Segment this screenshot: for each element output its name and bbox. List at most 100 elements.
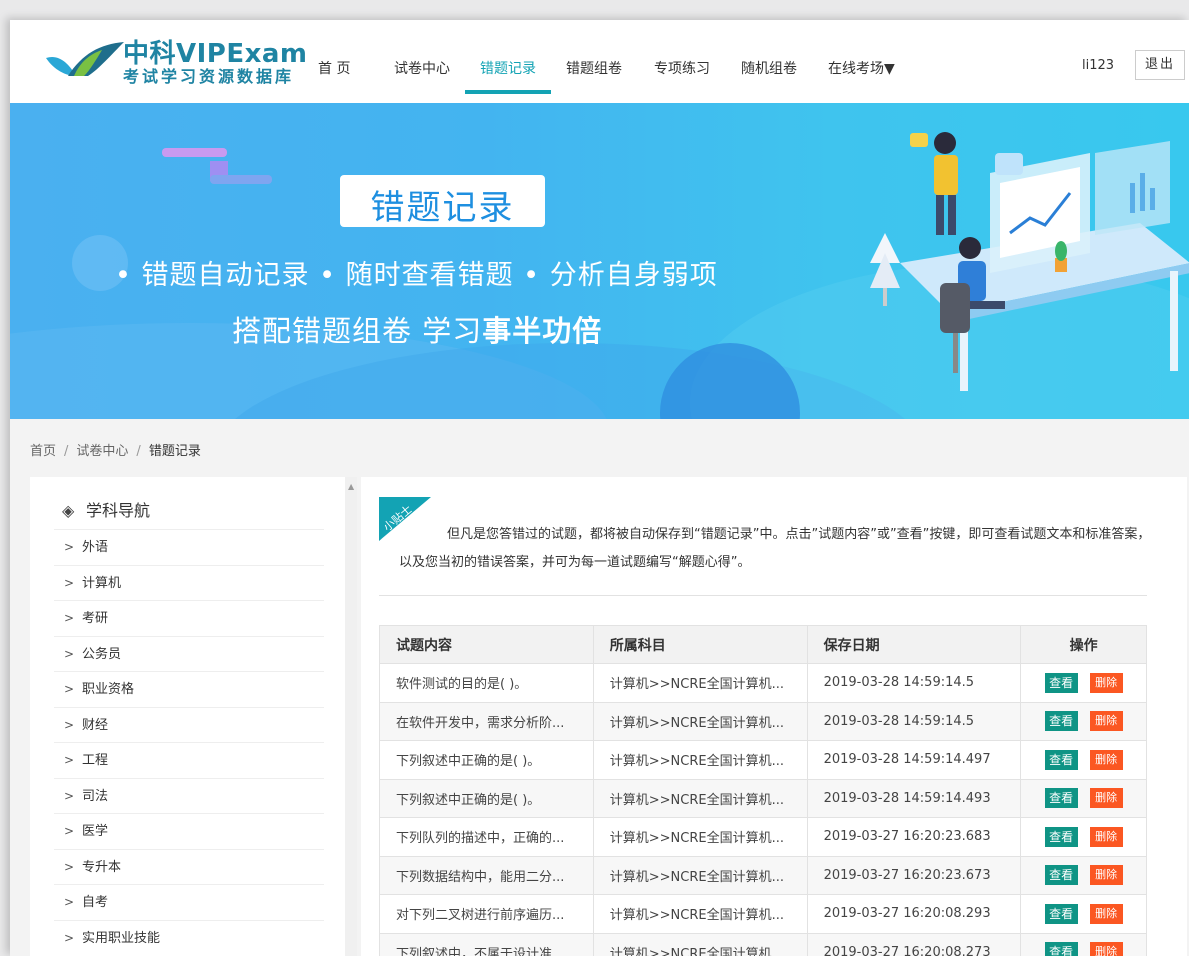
delete-button[interactable]: 删除 [1089, 865, 1123, 886]
table-row: 下列叙述中正确的是( )。 计算机>>NCRE全国计算机... 2019-03-… [379, 740, 1147, 780]
banner-illustration-icon [870, 132, 1189, 391]
question-subject: 计算机>>NCRE全国计算机... [592, 740, 808, 780]
chevron-right-icon: > [64, 788, 75, 803]
delete-button[interactable]: 删除 [1089, 788, 1123, 809]
nav-exam-center[interactable]: 试卷中心 [394, 58, 450, 78]
subject-list: > 外语 > 计算机 > 考研 > 公务员 > 职业资格 > 财经 > 工程 > 司法 > 医学 … [54, 529, 324, 955]
sidebar-item-label: 计算机 [82, 575, 122, 591]
nav-online-exam[interactable]: 在线考场▼ [828, 58, 895, 78]
view-button[interactable]: 查看 [1044, 826, 1078, 847]
save-date: 2019-03-27 16:20:23.683 [806, 817, 1022, 857]
breadcrumb-home[interactable]: 首页 [30, 444, 56, 459]
row-actions: 查看 删除 [1020, 894, 1147, 934]
view-button[interactable]: 查看 [1044, 749, 1078, 770]
sidebar-item-medicine[interactable]: > 医学 [54, 813, 324, 849]
question-content[interactable]: 下列叙述中正确的是( )。 [379, 778, 594, 818]
view-button[interactable]: 查看 [1044, 711, 1078, 732]
question-subject: 计算机>>NCRE全国计算机... [592, 894, 808, 934]
sidebar-item-qualification[interactable]: > 职业资格 [54, 671, 324, 707]
save-date: 2019-03-28 14:59:14.497 [806, 740, 1022, 780]
sidebar-item-upgrade[interactable]: > 专升本 [54, 848, 324, 885]
breadcrumb-separator: / [64, 444, 69, 459]
sidebar-item-label: 自考 [82, 895, 109, 910]
sidebar-item-label: 实用职业技能 [82, 930, 161, 946]
column-header-content: 试题内容 [379, 625, 594, 664]
chevron-right-icon: > [64, 895, 75, 909]
sidebar-item-finance[interactable]: > 财经 [54, 706, 324, 743]
nav-random-paper[interactable]: 随机组卷 [741, 58, 797, 78]
sidebar-item-label: 职业资格 [82, 682, 135, 697]
sidebar-item-label: 工程 [82, 753, 109, 768]
nav-topic-practice[interactable]: 专项练习 [654, 58, 710, 78]
table-row: 下列叙述中正确的是( )。 计算机>>NCRE全国计算机... 2019-03-… [379, 778, 1147, 818]
question-content[interactable]: 下列叙述中，不属于设计准... [379, 932, 594, 956]
view-button[interactable]: 查看 [1044, 903, 1078, 924]
column-header-date: 保存日期 [806, 625, 1022, 664]
table-header-row: 试题内容 所属科目 保存日期 操作 [379, 625, 1147, 664]
save-date: 2019-03-28 14:59:14.5 [806, 663, 1022, 703]
view-button[interactable]: 查看 [1044, 788, 1078, 809]
nav-home[interactable]: 首 页 [318, 58, 350, 78]
breadcrumb-parent[interactable]: 试卷中心 [76, 444, 128, 459]
breadcrumb-current: 错题记录 [148, 444, 201, 459]
sidebar-item-judicial[interactable]: > 司法 [54, 777, 324, 814]
question-subject: 计算机>>NCRE全国计算机... [592, 701, 808, 741]
username[interactable]: li123 [1082, 58, 1114, 73]
nav-wrong-records[interactable]: 错题记录 [480, 58, 536, 78]
save-date: 2019-03-28 14:59:14.493 [806, 778, 1022, 818]
logout-button[interactable]: 退出 [1135, 50, 1185, 80]
view-button[interactable]: 查看 [1044, 865, 1078, 886]
save-date: 2019-03-27 16:20:08.293 [806, 894, 1022, 934]
layers-icon: ◈ [62, 501, 75, 520]
delete-button[interactable]: 删除 [1089, 903, 1123, 924]
sidebar-heading: ◈ 学科导航 [62, 497, 150, 521]
sidebar-item-label: 外语 [82, 540, 109, 555]
sidebar-item-label: 公务员 [82, 646, 122, 662]
delete-button[interactable]: 删除 [1089, 942, 1123, 956]
question-content[interactable]: 对下列二叉树进行前序遍历... [379, 894, 594, 934]
sidebar-item-foreign-language[interactable]: > 外语 [54, 529, 324, 565]
hero-banner: 错题记录 • 错题自动记录 • 随时查看错题 • 分析自身弱项 搭配错题组卷 学… [10, 103, 1189, 419]
delete-button[interactable]: 删除 [1089, 672, 1123, 693]
breadcrumb-separator: / [136, 444, 141, 459]
sidebar-item-engineering[interactable]: > 工程 [54, 742, 324, 778]
sidebar-heading-label: 学科导航 [86, 501, 151, 520]
delete-button[interactable]: 删除 [1089, 711, 1123, 732]
question-content[interactable]: 在软件开发中，需求分析阶... [379, 701, 594, 741]
banner-slogan-normal: 搭配错题组卷 学习 [232, 314, 483, 348]
question-subject: 计算机>>NCRE全国计算机... [592, 778, 808, 818]
table-row: 下列叙述中，不属于设计准... 计算机>>NCRE全国计算机... 2019-0… [379, 932, 1147, 956]
sidebar-item-label: 司法 [82, 788, 109, 804]
view-button[interactable]: 查看 [1044, 942, 1078, 956]
wrong-records-table: 试题内容 所属科目 保存日期 操作 软件测试的目的是( )。 计算机>>NCRE… [379, 625, 1147, 956]
sidebar-scrollbar[interactable]: ▲ [345, 477, 357, 956]
sidebar-item-postgraduate[interactable]: > 考研 [54, 600, 324, 636]
question-content[interactable]: 软件测试的目的是( )。 [379, 663, 594, 703]
subject-sidebar: ◈ 学科导航 > 外语 > 计算机 > 考研 > 公务员 > 职业资格 > 财经 > 工程 > 司… [30, 477, 345, 956]
question-content[interactable]: 下列队列的描述中，正确的... [379, 817, 594, 857]
wrong-records-panel: 小贴士 但凡是您答错过的试题，都将被自动保存到“错题记录”中。点击”试题内容”或… [361, 477, 1187, 956]
question-subject: 计算机>>NCRE全国计算机... [592, 663, 808, 703]
nav-wrong-paper[interactable]: 错题组卷 [566, 58, 622, 78]
view-button[interactable]: 查看 [1044, 672, 1078, 693]
column-header-subject: 所属科目 [592, 625, 808, 664]
banner-slogan: 搭配错题组卷 学习事半功倍 [232, 308, 602, 350]
question-content[interactable]: 下列叙述中正确的是( )。 [379, 740, 594, 780]
sidebar-item-self-study[interactable]: > 自考 [54, 884, 324, 920]
sidebar-item-civil-service[interactable]: > 公务员 [54, 635, 324, 672]
brand-title: 中科VIPExam [123, 39, 308, 69]
browser-page: 中科VIPExam 考试学习资源数据库 首 页 试卷中心 错题记录 错题组卷 专… [10, 20, 1189, 956]
breadcrumb: 首页 / 试卷中心 / 错题记录 [30, 440, 201, 459]
chevron-right-icon: > [64, 824, 75, 838]
save-date: 2019-03-27 16:20:08.273 [806, 932, 1022, 956]
scroll-up-icon[interactable]: ▲ [348, 482, 354, 491]
chevron-right-icon: > [64, 717, 75, 732]
sidebar-item-vocational-skills[interactable]: > 实用职业技能 [54, 919, 324, 956]
brand-name[interactable]: 中科VIPExam 考试学习资源数据库 [123, 40, 308, 86]
question-content[interactable]: 下列数据结构中，能用二分... [379, 855, 594, 895]
sidebar-item-computer[interactable]: > 计算机 [54, 564, 324, 601]
banner-features: • 错题自动记录 • 随时查看错题 • 分析自身弱项 [115, 260, 718, 291]
delete-button[interactable]: 删除 [1089, 826, 1123, 847]
delete-button[interactable]: 删除 [1089, 749, 1123, 770]
question-subject: 计算机>>NCRE全国计算机... [592, 932, 808, 956]
